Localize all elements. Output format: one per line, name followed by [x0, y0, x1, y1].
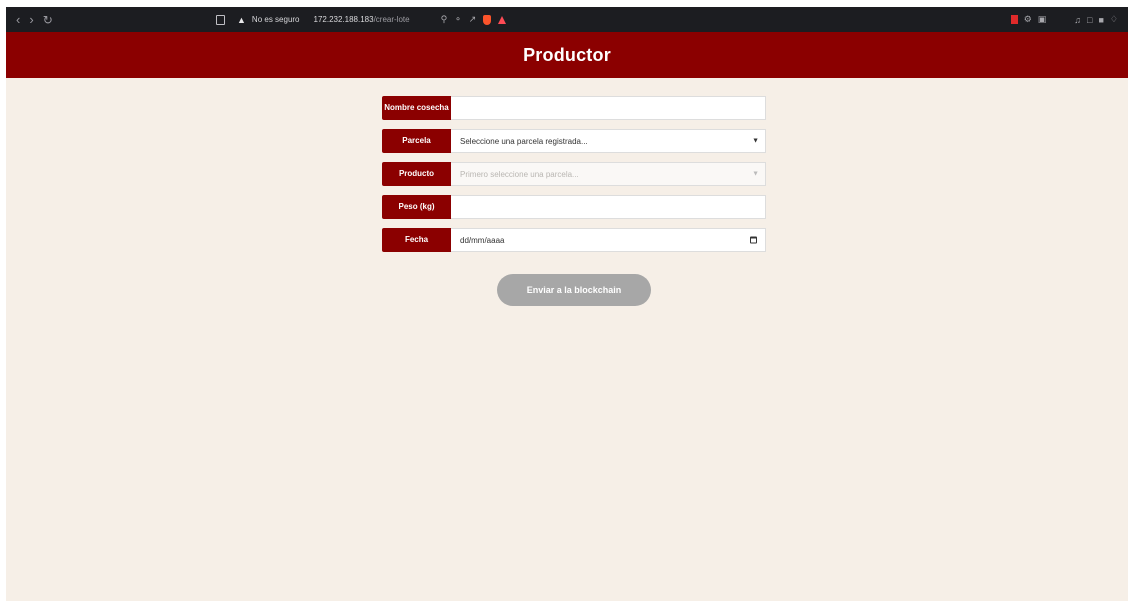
crear-lote-form: Nombre cosecha Parcela Seleccione una pa… — [382, 96, 766, 261]
nombre-cosecha-label: Nombre cosecha — [382, 96, 451, 120]
chevron-down-icon: ▼ — [752, 137, 759, 145]
peso-label: Peso (kg) — [382, 195, 451, 219]
submit-button[interactable]: Enviar a la blockchain — [497, 274, 651, 306]
extension-red-icon[interactable] — [1010, 15, 1018, 24]
url-path: /crear-lote — [373, 15, 410, 24]
page-header: Productor — [6, 32, 1128, 78]
back-icon[interactable]: ‹ — [16, 13, 20, 26]
chevron-down-icon: ▼ — [752, 170, 759, 178]
calendar-icon[interactable] — [750, 236, 757, 244]
parcela-label: Parcela — [382, 129, 451, 153]
share-icon[interactable]: ↗ — [469, 14, 477, 25]
browser-toolbar: ‹ › ↻ ▲ No es seguro 172.232.188.183/cre… — [6, 7, 1128, 32]
forward-icon[interactable]: › — [29, 13, 33, 26]
key-icon[interactable]: ⚬ — [454, 14, 462, 25]
fecha-label: Fecha — [382, 228, 451, 252]
url-host: 172.232.188.183 — [313, 15, 374, 24]
nombre-cosecha-text[interactable] — [460, 97, 765, 119]
nombre-cosecha-input[interactable] — [451, 96, 766, 120]
url-text[interactable]: 172.232.188.183/crear-lote — [314, 15, 410, 24]
reload-icon[interactable]: ↻ — [43, 14, 53, 26]
form-row-fecha: Fecha dd/mm/aaaa — [382, 228, 766, 252]
producto-selected-value: Primero seleccione una parcela... — [460, 169, 579, 179]
wallet-icon[interactable]: ♢ — [1110, 14, 1118, 25]
address-tools: ⚲ ⚬ ↗ — [441, 14, 507, 25]
brave-rewards-icon[interactable] — [498, 15, 507, 24]
producto-label: Producto — [382, 162, 451, 186]
extension-puzzle-icon[interactable]: ⚙ — [1024, 14, 1032, 25]
form-row-nombre-cosecha: Nombre cosecha — [382, 96, 766, 120]
security-status[interactable]: No es seguro — [252, 15, 300, 24]
fecha-value: dd/mm/aaaa — [460, 235, 505, 245]
page-title: Productor — [523, 44, 611, 65]
peso-input[interactable] — [451, 195, 766, 219]
bookmark-icon[interactable] — [216, 14, 225, 25]
browser-nav: ‹ › ↻ — [6, 13, 216, 26]
window-icon[interactable]: ■ — [1098, 15, 1103, 25]
extension-box-icon[interactable]: ▣ — [1038, 14, 1047, 25]
zoom-icon[interactable]: ⚲ — [441, 14, 448, 25]
extensions-area: ⚙ ▣ ♫ □ ■ ♢ — [1010, 14, 1118, 25]
fecha-input[interactable]: dd/mm/aaaa — [451, 228, 766, 252]
form-row-peso: Peso (kg) — [382, 195, 766, 219]
sidebar-icon[interactable]: □ — [1087, 15, 1092, 25]
address-bar[interactable]: ▲ No es seguro 172.232.188.183/crear-lot… — [216, 14, 776, 25]
parcela-selected-value: Seleccione una parcela registrada... — [460, 136, 588, 146]
warning-icon: ▲ — [237, 14, 246, 25]
form-row-parcela: Parcela Seleccione una parcela registrad… — [382, 129, 766, 153]
brave-shields-icon[interactable] — [483, 14, 492, 25]
page-content: Productor Nombre cosecha Parcela Selecci… — [6, 32, 1128, 601]
parcela-select[interactable]: Seleccione una parcela registrada... ▼ — [451, 129, 766, 153]
form-row-producto: Producto Primero seleccione una parcela.… — [382, 162, 766, 186]
producto-select[interactable]: Primero seleccione una parcela... ▼ — [451, 162, 766, 186]
media-icon[interactable]: ♫ — [1074, 15, 1081, 25]
peso-text[interactable] — [460, 196, 765, 218]
